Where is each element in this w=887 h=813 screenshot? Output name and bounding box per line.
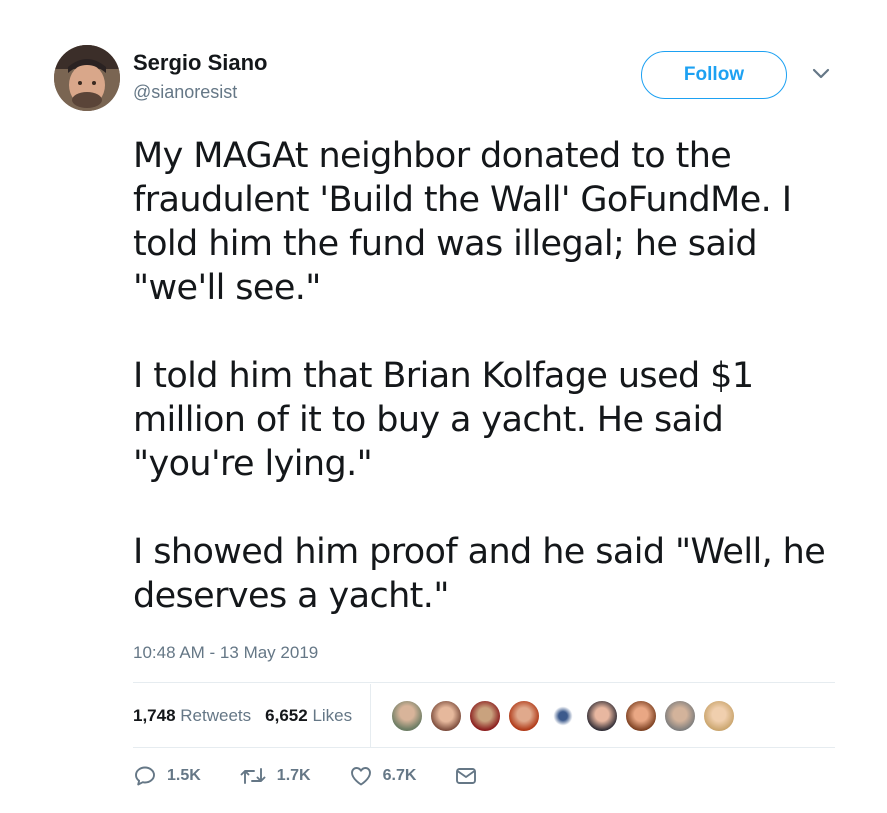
divider <box>370 684 372 747</box>
avatar[interactable] <box>547 699 580 732</box>
tweet-paragraph: I told him that Brian Kolfage used $1 mi… <box>133 356 754 484</box>
avatar[interactable] <box>703 699 736 732</box>
avatar[interactable] <box>469 699 502 732</box>
retweets-stat[interactable]: 1,748 Retweets <box>133 706 251 726</box>
avatar[interactable] <box>664 699 697 732</box>
follow-button[interactable]: Follow <box>641 51 787 99</box>
avatar[interactable] <box>430 699 463 732</box>
retweet-button[interactable]: 1.7K <box>239 764 311 788</box>
avatar[interactable] <box>391 699 424 732</box>
tweet-stats: 1,748 Retweets 6,652 Likes <box>133 684 835 747</box>
retweets-count: 1,748 <box>133 705 176 725</box>
chevron-down-icon[interactable] <box>810 66 832 82</box>
like-count: 6.7K <box>382 767 417 784</box>
tweet-paragraph: I showed him proof and he said "Well, he… <box>133 532 826 616</box>
divider <box>133 747 835 748</box>
retweets-label: Retweets <box>180 705 252 725</box>
liked-by-avatars <box>391 699 742 732</box>
like-button[interactable]: 6.7K <box>349 764 417 788</box>
likes-count: 6,652 <box>265 705 308 725</box>
avatar[interactable] <box>586 699 619 732</box>
direct-message-button[interactable] <box>454 764 488 788</box>
avatar[interactable] <box>54 45 120 111</box>
tweet-text: My MAGAt neighbor donated to the fraudul… <box>133 134 853 618</box>
envelope-icon <box>456 768 477 784</box>
user-handle[interactable]: @sianoresist <box>133 82 237 103</box>
likes-stat[interactable]: 6,652 Likes <box>265 706 352 726</box>
avatar[interactable] <box>508 699 541 732</box>
tweet-actions: 1.5K 1.7K 6.7K <box>133 764 526 788</box>
avatar[interactable] <box>625 699 658 732</box>
reply-count: 1.5K <box>167 767 201 784</box>
reply-button[interactable]: 1.5K <box>133 764 201 788</box>
reply-icon <box>135 766 155 786</box>
retweet-count: 1.7K <box>276 767 311 784</box>
tweet-timestamp[interactable]: 10:48 AM - 13 May 2019 <box>133 643 318 663</box>
heart-icon <box>350 767 371 786</box>
profile-photo <box>54 45 120 111</box>
likes-label: Likes <box>312 705 353 725</box>
retweet-icon <box>240 768 266 784</box>
divider <box>133 682 835 683</box>
tweet-paragraph: My MAGAt neighbor donated to the fraudul… <box>133 136 792 308</box>
display-name[interactable]: Sergio Siano <box>133 50 267 76</box>
